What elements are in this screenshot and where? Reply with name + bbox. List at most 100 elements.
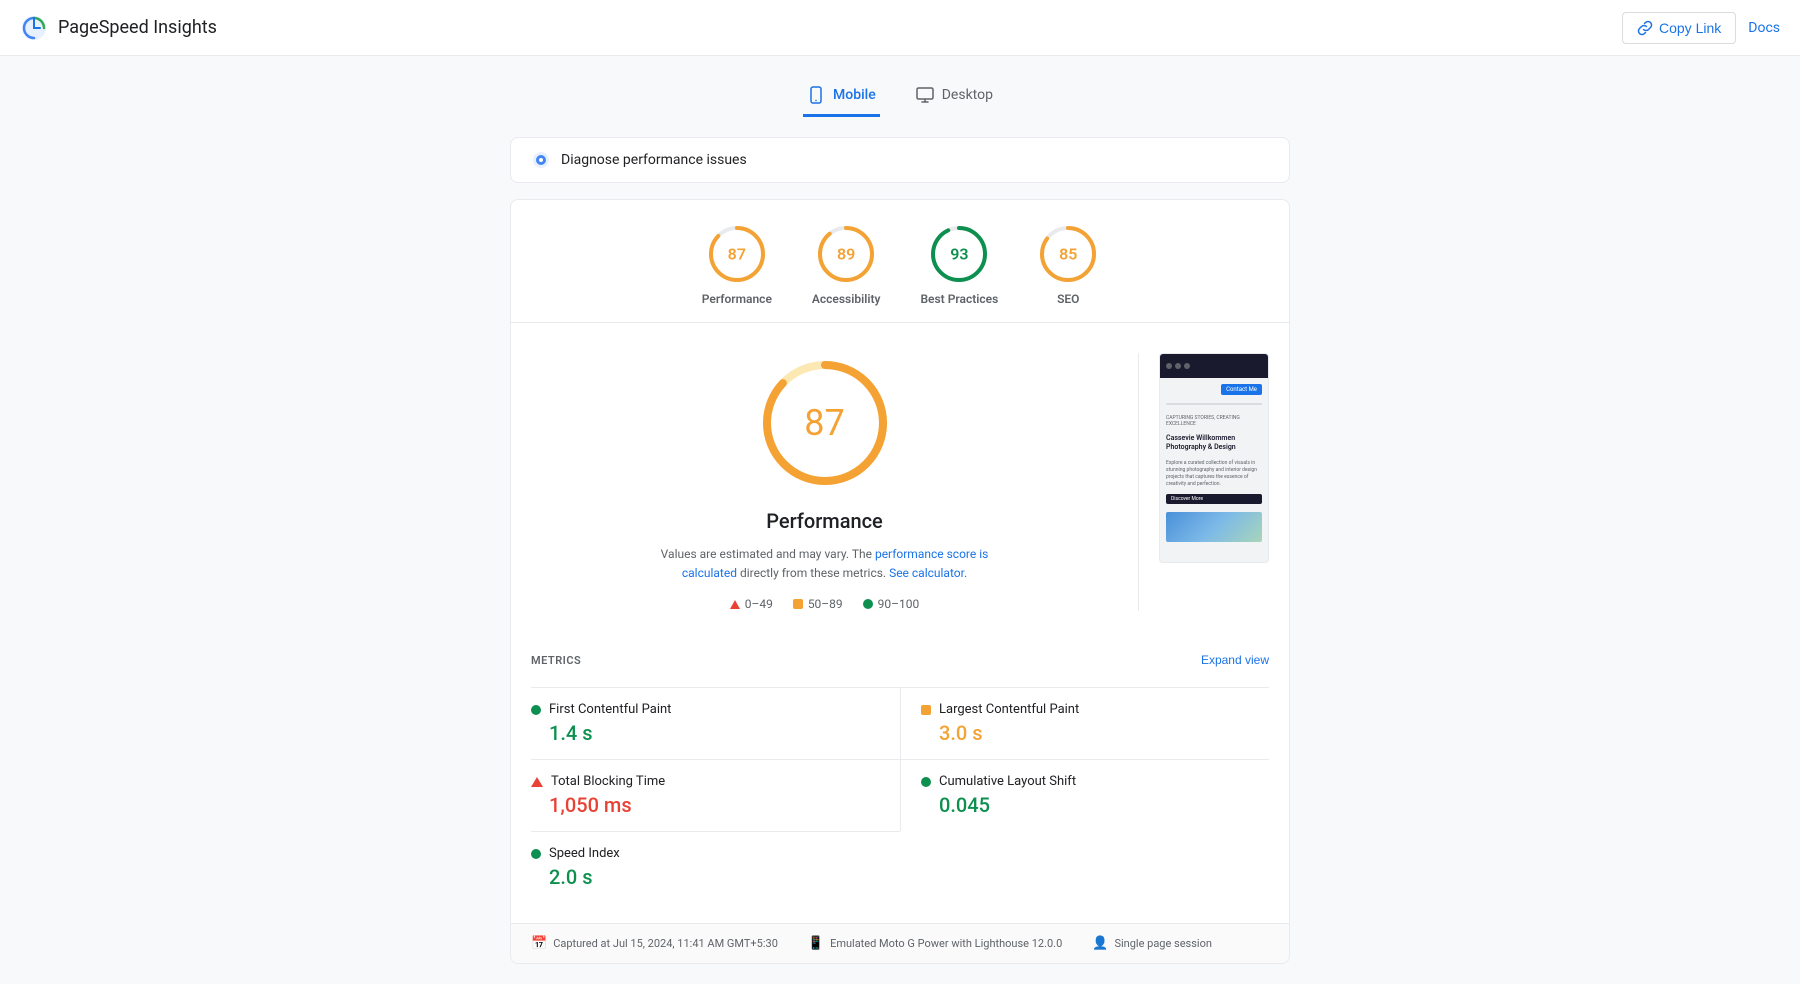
copy-link-button[interactable]: Copy Link <box>1622 12 1736 44</box>
desktop-icon <box>916 86 934 104</box>
cls-value: 0.045 <box>921 793 1269 817</box>
perf-divider <box>1138 353 1139 611</box>
mobile-icon <box>807 86 825 104</box>
si-indicator <box>531 849 541 859</box>
bar-dot-3 <box>1184 363 1190 369</box>
tab-desktop[interactable]: Desktop <box>912 76 997 117</box>
link-icon <box>1637 20 1653 36</box>
score-item-performance[interactable]: 87 Performance <box>702 224 772 306</box>
perf-title: Performance <box>766 509 883 533</box>
lcp-name: Largest Contentful Paint <box>939 702 1079 717</box>
score-item-best-practices[interactable]: 93 Best Practices <box>920 224 998 306</box>
phone-icon: 📱 <box>808 936 824 951</box>
score-item-seo[interactable]: 85 SEO <box>1038 224 1098 306</box>
expand-view-button[interactable]: Expand view <box>1201 653 1269 667</box>
calendar-icon: 📅 <box>531 936 547 951</box>
footer-captured-text: Captured at Jul 15, 2024, 11:41 AM GMT+5… <box>553 937 778 950</box>
fcp-indicator <box>531 705 541 715</box>
main-content: Mobile Desktop Diagnose performance issu… <box>0 56 1800 984</box>
footer-captured: 📅 Captured at Jul 15, 2024, 11:41 AM GMT… <box>531 936 778 951</box>
tbt-name: Total Blocking Time <box>551 774 665 789</box>
score-item-accessibility[interactable]: 89 Accessibility <box>812 224 881 306</box>
footer-emulated-text: Emulated Moto G Power with Lighthouse 12… <box>830 937 1062 950</box>
ss-body-text: Explore a curated collection of visuals … <box>1166 460 1262 488</box>
tab-mobile[interactable]: Mobile <box>803 76 880 117</box>
legend-triangle-icon <box>730 600 740 609</box>
ss-contact-btn: Contact Me <box>1221 384 1262 395</box>
lcp-name-row: Largest Contentful Paint <box>921 702 1269 717</box>
logo: PageSpeed Insights <box>20 14 217 42</box>
header-actions: Copy Link Docs <box>1622 12 1780 44</box>
legend-square-icon <box>793 599 803 609</box>
diagnose-text: Diagnose performance issues <box>561 152 747 168</box>
bar-dot-2 <box>1175 363 1181 369</box>
metric-item-fcp: First Contentful Paint 1.4 s <box>531 687 900 759</box>
metrics-section: METRICS Expand view First Contentful Pai… <box>511 641 1289 923</box>
metric-item-tbt: Total Blocking Time 1,050 ms <box>531 759 900 831</box>
calculator-link[interactable]: See calculator. <box>889 566 967 580</box>
tbt-indicator <box>531 777 543 787</box>
pagespeed-logo-icon <box>20 14 48 42</box>
docs-link[interactable]: Docs <box>1748 20 1780 36</box>
header: PageSpeed Insights Copy Link Docs <box>0 0 1800 56</box>
metric-item-cls: Cumulative Layout Shift 0.045 <box>900 759 1269 831</box>
metrics-header: METRICS Expand view <box>531 641 1269 679</box>
fcp-value: 1.4 s <box>531 721 880 745</box>
perf-left: 87 Performance Values are estimated and … <box>531 353 1118 611</box>
lcp-value: 3.0 s <box>921 721 1269 745</box>
tbt-value: 1,050 ms <box>531 793 880 817</box>
ss-image-block <box>1166 512 1262 542</box>
footer-session: 👤 Single page session <box>1092 936 1212 951</box>
cls-indicator <box>921 777 931 787</box>
score-value-best-practices: 93 <box>950 245 968 264</box>
si-name: Speed Index <box>549 846 620 861</box>
metric-item-si: Speed Index 2.0 s <box>531 831 900 903</box>
perf-right: Contact Me CAPTURING STORIES, CREATING E… <box>1159 353 1269 563</box>
diagnose-bar[interactable]: Diagnose performance issues <box>510 137 1290 183</box>
bar-dot-1 <box>1166 363 1172 369</box>
user-icon: 👤 <box>1092 936 1108 951</box>
score-circle-performance: 87 <box>707 224 767 284</box>
legend-item-green: 90–100 <box>863 597 920 611</box>
ss-discover-btn: Discover More <box>1166 494 1262 504</box>
screenshot-bar <box>1160 354 1268 378</box>
ss-heading: Cassevie WillkommenPhotography & Design <box>1166 434 1262 452</box>
metrics-grid: First Contentful Paint 1.4 s Largest Con… <box>531 687 1269 903</box>
fcp-name-row: First Contentful Paint <box>531 702 880 717</box>
copy-link-label: Copy Link <box>1659 20 1721 36</box>
score-label-accessibility: Accessibility <box>812 292 881 306</box>
legend-item-red: 0–49 <box>730 597 773 611</box>
score-circle-accessibility: 89 <box>816 224 876 284</box>
cls-name-row: Cumulative Layout Shift <box>921 774 1269 789</box>
legend-circle-icon <box>863 599 873 609</box>
legend-green-label: 90–100 <box>878 597 920 611</box>
si-value: 2.0 s <box>531 865 880 889</box>
legend-red-label: 0–49 <box>745 597 773 611</box>
lcp-indicator <box>921 705 931 715</box>
large-score-circle: 87 <box>755 353 895 493</box>
tab-bar: Mobile Desktop <box>803 76 997 117</box>
legend-item-orange: 50–89 <box>793 597 843 611</box>
score-value-performance: 87 <box>728 245 746 264</box>
score-footer: 📅 Captured at Jul 15, 2024, 11:41 AM GMT… <box>511 923 1289 963</box>
performance-section: 87 Performance Values are estimated and … <box>511 323 1289 641</box>
score-label-performance: Performance <box>702 292 772 306</box>
cls-name: Cumulative Layout Shift <box>939 774 1076 789</box>
legend: 0–49 50–89 90–100 <box>730 597 920 611</box>
tbt-name-row: Total Blocking Time <box>531 774 880 789</box>
score-value-seo: 85 <box>1059 245 1077 264</box>
logo-text: PageSpeed Insights <box>58 17 217 38</box>
metric-item-lcp: Largest Contentful Paint 3.0 s <box>900 687 1269 759</box>
footer-emulated: 📱 Emulated Moto G Power with Lighthouse … <box>808 936 1062 951</box>
fcp-name: First Contentful Paint <box>549 702 671 717</box>
ss-tagline: CAPTURING STORIES, CREATING EXCELLENCE <box>1166 415 1262 427</box>
perf-description: Values are estimated and may vary. The p… <box>645 545 1005 583</box>
tab-desktop-label: Desktop <box>942 87 993 103</box>
si-name-row: Speed Index <box>531 846 880 861</box>
screenshot-content: Contact Me CAPTURING STORIES, CREATING E… <box>1160 378 1268 548</box>
score-circle-seo: 85 <box>1038 224 1098 284</box>
scores-row: 87 Performance 89 Accessibility <box>511 200 1289 323</box>
score-label-best-practices: Best Practices <box>920 292 998 306</box>
large-score-number: 87 <box>804 402 844 444</box>
footer-session-text: Single page session <box>1114 937 1211 950</box>
